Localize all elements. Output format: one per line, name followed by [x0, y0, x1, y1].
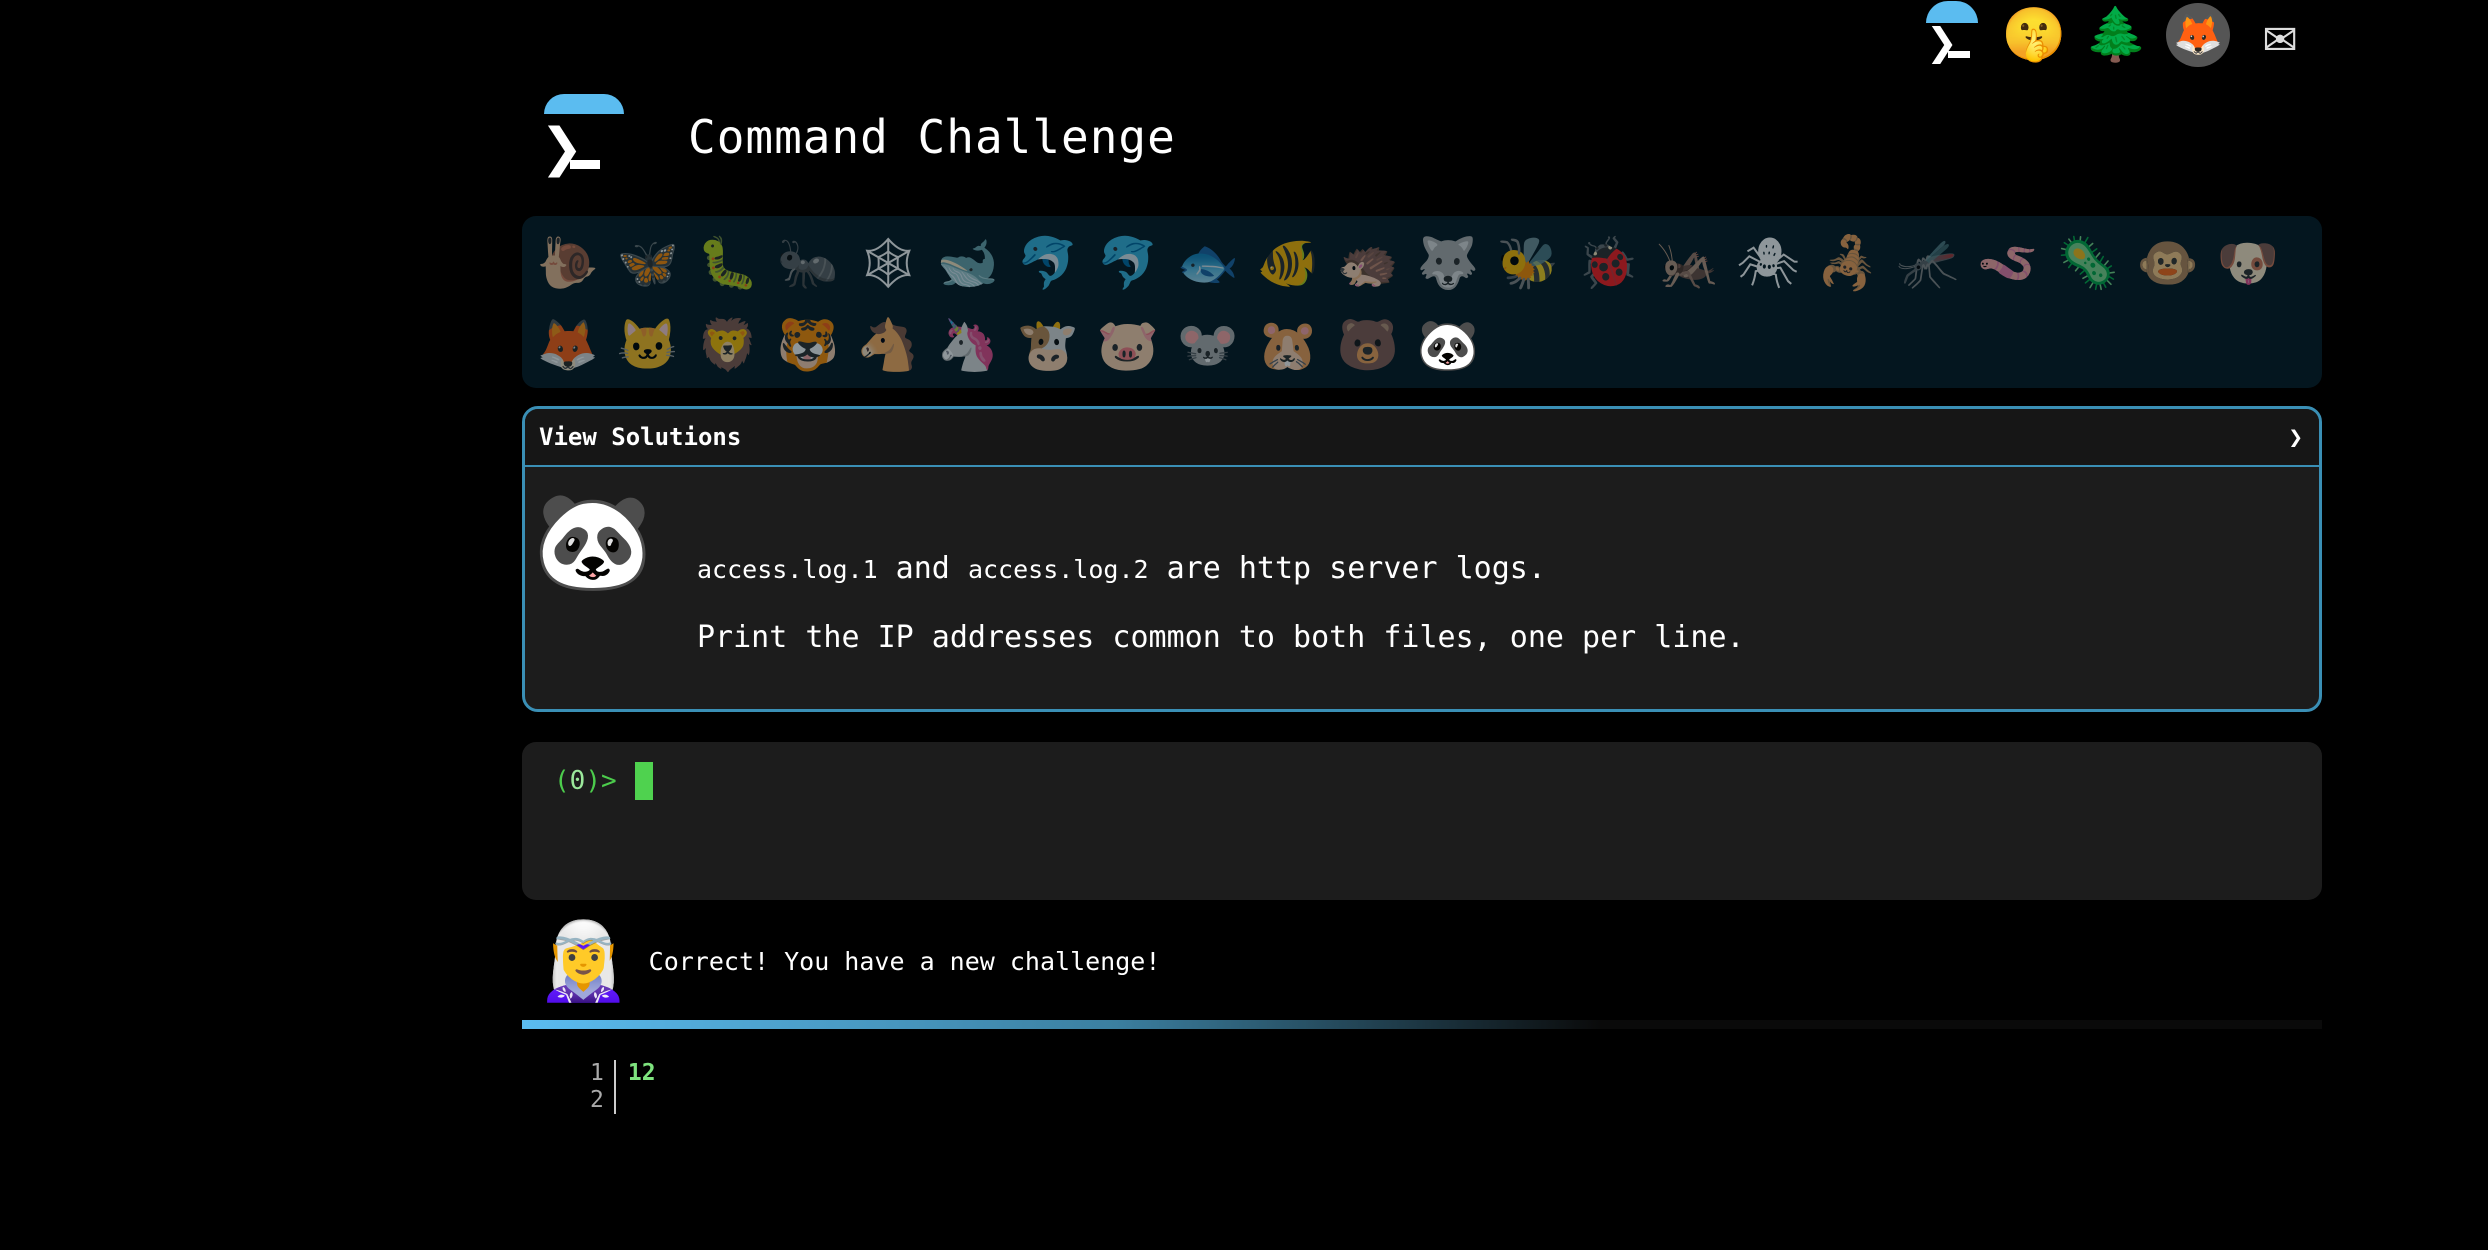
view-solutions-toggle[interactable]: View Solutions ❯ — [525, 409, 2319, 467]
challenge-animal-icon[interactable]: 🐺 — [1408, 222, 1488, 304]
command-output: 1 2 12 — [590, 1060, 656, 1114]
tree-icon[interactable]: 🌲 — [2084, 3, 2149, 67]
progress-fill — [522, 1020, 1602, 1029]
feedback-message: 🧝‍♀️ Correct! You have a new challenge! — [536, 918, 1160, 1004]
challenge-animal-icon[interactable]: 🐷 — [1088, 304, 1168, 386]
terminal-cursor — [634, 762, 653, 800]
prompt-exit-code: 0 — [569, 766, 586, 796]
challenge-animal-icon[interactable]: 🦊 — [528, 304, 608, 386]
page-header: ❯ Command Challenge — [536, 92, 1176, 182]
challenge-animal-icon[interactable]: 🐴 — [848, 304, 928, 386]
page-title: Command Challenge — [688, 110, 1176, 164]
output-lines: 12 — [616, 1060, 656, 1114]
challenge-animal-icon[interactable]: 🐟 — [1168, 222, 1248, 304]
challenge-animal-icon[interactable]: 🐮 — [1008, 304, 1088, 386]
challenge-animal-icon[interactable]: 🐱 — [608, 304, 688, 386]
challenge-animal-icon[interactable]: 🐻 — [1328, 304, 1408, 386]
challenge-animal-icon[interactable]: 🪱 — [1968, 222, 2048, 304]
solutions-panel: View Solutions ❯ 🐼 access.log.1 and acce… — [522, 406, 2322, 712]
progress-bar — [522, 1020, 2322, 1029]
file-name-1: access.log.1 — [697, 555, 878, 584]
challenge-animal-icon[interactable]: 🦋 — [608, 222, 688, 304]
feedback-text: Correct! You have a new challenge! — [648, 946, 1161, 976]
challenge-animal-icon[interactable]: 🐯 — [768, 304, 848, 386]
challenge-animal-icon[interactable]: 🐜 — [768, 222, 848, 304]
challenge-animal-icon[interactable]: 🐭 — [1168, 304, 1248, 386]
challenge-animal-icon[interactable]: 🦗 — [1648, 222, 1728, 304]
challenge-text: access.log.1 and access.log.2 are http s… — [697, 535, 1745, 672]
challenge-animal-icon[interactable]: 🦁 — [688, 304, 768, 386]
challenge-animal-icon[interactable]: 🐶 — [2208, 222, 2288, 304]
challenge-animal-icon[interactable]: 🦄 — [928, 304, 1008, 386]
challenge-animal-icon[interactable]: 🐝 — [1488, 222, 1568, 304]
file-name-2: access.log.2 — [967, 555, 1149, 584]
challenge-animal-bar: 🐌 🦋 🐛 🐜 🕸 🐋 🐬 🐬 🐟 🐠 🦔 🐺 🐝 🐞 🦗 🕷 🦂 🦟 🪱 🦠 🐵 🐶 🦊 🐱 🦁 🐯 🐴 🦄 🐮 🐷 🐭 🐹 🐻 🐼 — [522, 216, 2322, 388]
challenge-animal-icon[interactable]: 🐵 — [2128, 222, 2208, 304]
challenge-animal-icon[interactable]: 🐞 — [1568, 222, 1648, 304]
elf-avatar-icon: 🧝‍♀️ — [536, 916, 631, 1005]
challenge-line-1: access.log.1 and access.log.2 are http s… — [697, 535, 1745, 604]
challenge-animal-icon[interactable]: 🕸 — [848, 222, 928, 304]
line-number: 2 — [590, 1087, 604, 1113]
challenge-animal-icon[interactable]: 🦠 — [2048, 222, 2128, 304]
challenge-animal-icon[interactable]: 🦂 — [1808, 222, 1888, 304]
challenge-line-2: Print the IP addresses common to both fi… — [697, 620, 1745, 655]
terminal-input[interactable]: (0)> — [522, 742, 2322, 900]
challenge-animal-icon[interactable]: 🐼 — [1408, 304, 1488, 386]
challenge-animal-icon[interactable]: 🐛 — [688, 222, 768, 304]
challenge-animal-icon[interactable]: 🦔 — [1328, 222, 1408, 304]
panda-avatar-icon: 🐼 — [533, 485, 653, 597]
challenge-animal-icon[interactable]: 🐬 — [1008, 222, 1088, 304]
challenge-animal-icon[interactable]: 🐋 — [928, 222, 1008, 304]
chevron-right-icon: ❯ — [2288, 423, 2303, 451]
gitlab-icon[interactable]: 🦊 — [2166, 3, 2230, 67]
challenge-animal-icon[interactable]: 🐠 — [1248, 222, 1328, 304]
challenge-animal-icon[interactable]: 🕷 — [1728, 222, 1808, 304]
line-number: 1 — [590, 1060, 604, 1086]
view-solutions-label: View Solutions — [539, 423, 742, 451]
output-line: 12 — [627, 1060, 656, 1086]
envelope-icon[interactable]: ✉ — [2248, 3, 2312, 67]
prompt-close: )> — [585, 766, 617, 796]
conjunction: and — [877, 551, 968, 586]
line-number-gutter: 1 2 — [590, 1060, 616, 1114]
top-nav: ❯ 🤫 🌲 🦊 ✉ — [1920, 0, 2312, 70]
prompt-open: ( — [554, 766, 570, 796]
challenge-animal-icon[interactable]: 🐹 — [1248, 304, 1328, 386]
shushing-face-icon[interactable]: 🤫 — [2002, 3, 2067, 67]
challenge-line-1-rest: are http server logs. — [1148, 551, 1546, 586]
challenge-description: 🐼 access.log.1 and access.log.2 are http… — [525, 467, 2319, 709]
terminal-prompt-icon[interactable]: ❯ — [1920, 1, 1984, 67]
terminal-logo-icon[interactable]: ❯ — [536, 92, 636, 182]
challenge-animal-icon[interactable]: 🐬 — [1088, 222, 1168, 304]
challenge-animal-icon[interactable]: 🐌 — [528, 222, 608, 304]
challenge-animal-icon[interactable]: 🦟 — [1888, 222, 1968, 304]
